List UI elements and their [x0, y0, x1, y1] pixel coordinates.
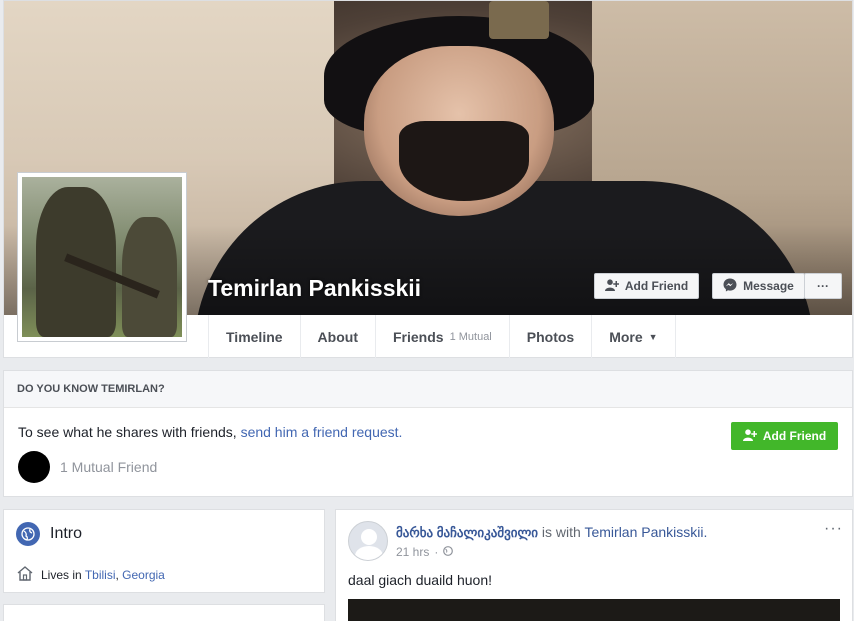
post-tagged-link[interactable]: Temirlan Pankisskii. — [584, 524, 707, 540]
next-sidebar-card — [3, 604, 325, 621]
person-plus-icon — [742, 428, 758, 444]
post-author-avatar[interactable] — [348, 521, 388, 561]
tab-label: More — [609, 329, 643, 345]
messenger-icon — [723, 278, 737, 295]
mutual-friend-avatar[interactable] — [18, 451, 50, 483]
country-link[interactable]: Georgia — [122, 568, 165, 582]
profile-page: Temirlan Pankisskii Add Friend Message ·… — [0, 0, 854, 621]
intro-title: Intro — [50, 525, 83, 542]
city-link[interactable]: Tbilisi — [85, 568, 116, 582]
tab-label: Timeline — [226, 329, 283, 345]
profile-tabs: Timeline About Friends 1 Mutual Photos M… — [208, 315, 676, 359]
do-you-know-heading: DO YOU KNOW TEMIRLAN? — [4, 371, 852, 408]
add-friend-green-button[interactable]: Add Friend — [731, 422, 838, 450]
tab-friends[interactable]: Friends 1 Mutual — [376, 315, 510, 359]
post-text: daal giach duaild huon! — [348, 572, 493, 588]
tab-photos[interactable]: Photos — [510, 315, 593, 359]
person-plus-icon — [604, 278, 620, 294]
globe-small-icon[interactable] — [443, 545, 454, 559]
add-friend-label: Add Friend — [762, 429, 827, 443]
message-label: Message — [743, 279, 794, 293]
tab-more[interactable]: More ▼ — [592, 315, 676, 359]
post-timestamp[interactable]: 21 hrs — [396, 545, 429, 559]
send-friend-request-link[interactable]: send him a friend request. — [241, 424, 403, 440]
post-options-button[interactable]: ··· — [824, 520, 843, 538]
mutual-count: 1 Mutual — [449, 331, 492, 343]
tab-label: Photos — [526, 329, 575, 345]
post-card: მარხა მაჩალიკაშვილი is with Temirlan Pan… — [335, 509, 853, 621]
lives-in-prefix: Lives in — [41, 568, 85, 582]
intro-header: Intro — [16, 522, 82, 546]
avatar-silhouette-body — [355, 546, 383, 560]
profile-picture[interactable] — [17, 172, 187, 342]
do-you-know-card: DO YOU KNOW TEMIRLAN? To see what he sha… — [3, 370, 853, 497]
avatar-silhouette-head — [361, 529, 377, 545]
caret-down-icon: ▼ — [648, 332, 658, 342]
intro-card: Intro Lives in Tbilisi, Georgia — [3, 509, 325, 593]
more-options-button[interactable]: ··· — [804, 273, 842, 299]
avatar-figure-back — [122, 217, 177, 337]
tab-label: About — [317, 329, 358, 345]
mutual-friend-count[interactable]: 1 Mutual Friend — [60, 459, 157, 475]
message-button[interactable]: Message — [712, 273, 805, 299]
cover-beard — [399, 121, 529, 201]
globe-icon — [16, 522, 40, 546]
time-separator: · — [434, 545, 439, 559]
lives-in-row: Lives in Tbilisi, Georgia — [17, 566, 165, 584]
add-friend-button[interactable]: Add Friend — [594, 273, 699, 299]
profile-picture-image — [22, 177, 182, 337]
tab-label: Friends — [392, 329, 444, 345]
cover-cap-logo — [489, 1, 549, 39]
add-friend-label: Add Friend — [624, 279, 689, 293]
tab-about[interactable]: About — [301, 315, 376, 359]
profile-name[interactable]: Temirlan Pankisskii — [208, 275, 421, 302]
post-header: მარხა მაჩალიკაშვილი is with Temirlan Pan… — [396, 524, 707, 541]
home-icon — [17, 566, 33, 584]
tab-timeline[interactable]: Timeline — [208, 315, 301, 359]
post-timestamp-row: 21 hrs · — [396, 545, 454, 559]
post-author-link[interactable]: მარხა მაჩალიკაშვილი — [396, 525, 538, 540]
post-with-text: is with — [538, 524, 585, 540]
lives-in-text: Lives in Tbilisi, Georgia — [41, 568, 165, 582]
mutual-friends[interactable]: 1 Mutual Friend — [18, 451, 157, 483]
friend-request-prompt: To see what he shares with friends, send… — [18, 424, 402, 440]
post-image[interactable] — [348, 599, 840, 621]
prompt-text: To see what he shares with friends, — [18, 424, 241, 440]
